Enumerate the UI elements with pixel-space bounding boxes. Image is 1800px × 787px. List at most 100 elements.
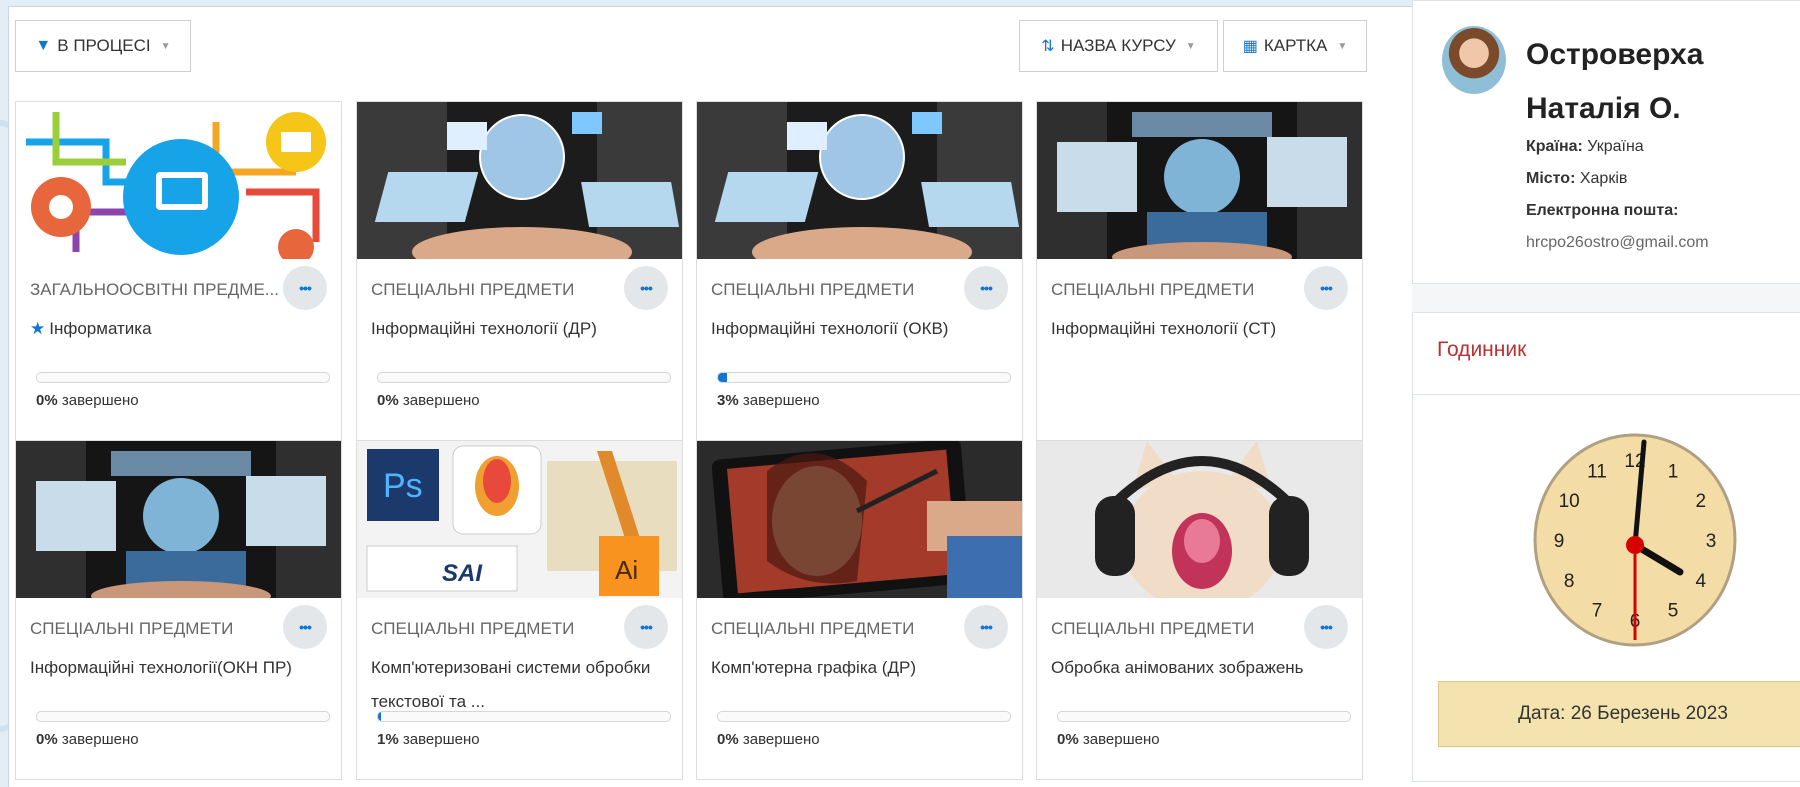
course-image-wrap[interactable]: [697, 102, 1022, 259]
more-icon: •••: [980, 619, 993, 635]
profile-email-label: Електронна пошта:: [1526, 202, 1678, 220]
course-name-wrap[interactable]: Комп'ютерна графіка (ДР): [711, 651, 1001, 685]
course-actions-button[interactable]: •••: [964, 605, 1008, 649]
country-value: Україна: [1587, 138, 1644, 155]
clock-number: 3: [1706, 531, 1717, 552]
profile-name[interactable]: Островерха Наталія О.: [1526, 28, 1800, 136]
svg-text:Ps: Ps: [383, 467, 423, 505]
more-icon: •••: [640, 280, 653, 296]
svg-text:SAI: SAI: [442, 560, 483, 587]
clock-number: 5: [1668, 600, 1679, 621]
course-image: [16, 102, 341, 259]
course-actions-button[interactable]: •••: [283, 605, 327, 649]
profile-city: Місто: Харків: [1526, 170, 1627, 188]
progress-bar: [377, 711, 671, 722]
course-category: СПЕЦІАЛЬНІ ПРЕДМЕТИ: [371, 619, 575, 638]
progress-label: завершено: [61, 731, 139, 748]
course-actions-button[interactable]: •••: [283, 266, 327, 310]
course-image-wrap[interactable]: [16, 102, 341, 259]
progress-label: завершено: [61, 392, 139, 409]
course-card[interactable]: СПЕЦІАЛЬНІ ПРЕДМЕТИ ••• Інформаційні техно…: [356, 101, 683, 441]
clock-number: 8: [1564, 571, 1575, 592]
city-value: Харків: [1579, 170, 1628, 187]
course-name[interactable]: Комп'ютеризовані системи обробки текстов…: [371, 658, 650, 711]
progress-percent: 3%: [717, 392, 739, 409]
filter-icon: ▼: [35, 37, 52, 54]
course-actions-button[interactable]: •••: [1304, 605, 1348, 649]
course-card[interactable]: СПЕЦІАЛЬНІ ПРЕДМЕТИ ••• Обробка анімованих…: [1036, 440, 1363, 780]
progress-label: завершено: [402, 392, 480, 409]
profile-email[interactable]: hrcpo26ostro@gmail.com: [1526, 234, 1709, 252]
course-actions-button[interactable]: •••: [624, 266, 668, 310]
course-name-wrap[interactable]: Інформаційні технології(ОКН ПР): [30, 651, 320, 685]
clock-title: Годинник: [1437, 338, 1527, 361]
more-icon: •••: [299, 619, 312, 635]
course-name[interactable]: Інформаційні технології (ОКВ): [711, 319, 948, 338]
progress-text: 1% завершено: [377, 731, 480, 748]
city-label: Місто:: [1526, 170, 1576, 187]
course-name[interactable]: Інформаційні технології(ОКН ПР): [30, 658, 292, 677]
course-image-wrap[interactable]: Ps Ai SAI: [357, 441, 682, 598]
email-label: Електронна пошта:: [1526, 202, 1679, 219]
progress-bar: [36, 711, 330, 722]
star-icon: ★: [30, 319, 46, 338]
progress-text: 0% завершено: [36, 392, 139, 409]
course-category: СПЕЦІАЛЬНІ ПРЕДМЕТИ: [30, 619, 234, 638]
course-category: СПЕЦІАЛЬНІ ПРЕДМЕТИ: [711, 280, 915, 299]
course-card[interactable]: СПЕЦІАЛЬНІ ПРЕДМЕТИ ••• Інформаційні техно…: [696, 101, 1023, 441]
course-image-wrap[interactable]: [1037, 102, 1362, 259]
more-icon: •••: [299, 280, 312, 296]
avatar[interactable]: [1442, 26, 1506, 94]
course-image-wrap[interactable]: [1037, 441, 1362, 598]
view-dropdown[interactable]: ▦ КАРТКА ▼: [1223, 20, 1367, 72]
progress-percent: 0%: [1057, 731, 1079, 748]
course-image-wrap[interactable]: [357, 102, 682, 259]
filter-label: В ПРОЦЕСІ: [57, 36, 151, 55]
course-card[interactable]: ЗАГАЛЬНООСВІТНІ ПРЕДМЕ... ••• ★ Інформатика…: [15, 101, 342, 441]
course-name-wrap[interactable]: Обробка анімованих зображень: [1051, 651, 1341, 685]
clock-number: 1: [1668, 462, 1679, 483]
progress-bar: [377, 372, 671, 383]
course-name-wrap[interactable]: Інформаційні технології (СТ): [1051, 312, 1341, 346]
chevron-down-icon: ▼: [1337, 40, 1348, 52]
course-name[interactable]: Інформатика: [49, 319, 151, 338]
progress-bar: [717, 372, 1011, 383]
course-card[interactable]: СПЕЦІАЛЬНІ ПРЕДМЕТИ ••• Інформаційні техно…: [1036, 101, 1363, 441]
course-image-wrap[interactable]: [697, 441, 1022, 598]
course-card[interactable]: Ps Ai SAI СПЕЦІАЛЬНІ ПРЕДМЕТИ ••• Комп'ютериз…: [356, 440, 683, 780]
course-name-wrap[interactable]: Інформаційні технології (ОКВ): [711, 312, 1001, 346]
course-card[interactable]: СПЕЦІАЛЬНІ ПРЕДМЕТИ ••• Комп'ютерна графік…: [696, 440, 1023, 780]
course-image-wrap[interactable]: [16, 441, 341, 598]
course-image: [1037, 102, 1362, 259]
course-actions-button[interactable]: •••: [1304, 266, 1348, 310]
course-image: Ps Ai SAI: [357, 441, 682, 598]
course-name-wrap[interactable]: Інформаційні технології (ДР): [371, 312, 661, 346]
course-card[interactable]: СПЕЦІАЛЬНІ ПРЕДМЕТИ ••• Інформаційні техно…: [15, 440, 342, 780]
progress-percent: 0%: [36, 731, 58, 748]
course-image: [357, 102, 682, 259]
clock-center: [1626, 536, 1644, 554]
course-name-wrap[interactable]: Комп'ютеризовані системи обробки текстов…: [371, 651, 661, 719]
course-name-wrap[interactable]: ★ Інформатика: [30, 312, 320, 346]
filter-dropdown[interactable]: ▼ В ПРОЦЕСІ ▼: [15, 20, 191, 72]
course-name[interactable]: Обробка анімованих зображень: [1051, 658, 1304, 677]
sort-icon: ⇅: [1041, 38, 1055, 55]
course-category: СПЕЦІАЛЬНІ ПРЕДМЕТИ: [1051, 280, 1255, 299]
progress-percent: 0%: [377, 392, 399, 409]
clock-number: 9: [1554, 531, 1565, 552]
course-name[interactable]: Інформаційні технології (СТ): [1051, 319, 1276, 338]
progress-label: завершено: [402, 731, 480, 748]
progress-text: 0% завершено: [36, 731, 139, 748]
more-icon: •••: [1320, 280, 1333, 296]
course-name[interactable]: Інформаційні технології (ДР): [371, 319, 597, 338]
course-category: СПЕЦІАЛЬНІ ПРЕДМЕТИ: [371, 280, 575, 299]
course-name[interactable]: Комп'ютерна графіка (ДР): [711, 658, 916, 677]
course-actions-button[interactable]: •••: [964, 266, 1008, 310]
progress-label: завершено: [742, 731, 820, 748]
course-actions-button[interactable]: •••: [624, 605, 668, 649]
progress-bar: [36, 372, 330, 383]
chevron-down-icon: ▼: [1185, 40, 1196, 52]
course-image: [16, 441, 341, 598]
sort-dropdown[interactable]: ⇅ НАЗВА КУРСУ ▼: [1019, 20, 1218, 72]
course-category: СПЕЦІАЛЬНІ ПРЕДМЕТИ: [711, 619, 915, 638]
